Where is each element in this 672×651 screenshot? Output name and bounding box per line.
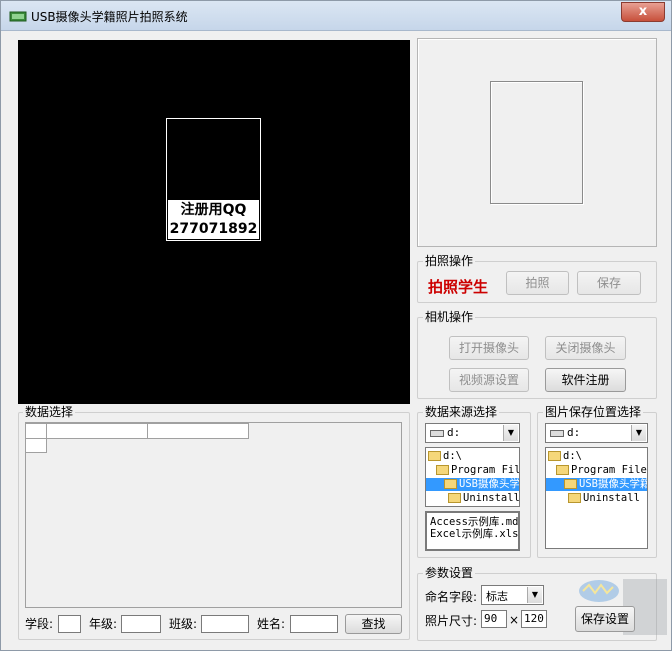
data-source-drive-select[interactable]: d: ▼ (425, 423, 520, 443)
data-selection-label: 数据选择 (23, 405, 76, 419)
tree-item[interactable]: d:\ (548, 450, 582, 463)
close-icon: x (638, 4, 648, 19)
student-label: 拍照学生 (428, 278, 489, 296)
folder-icon (448, 493, 461, 503)
table-cell (46, 438, 148, 453)
photo-width-input[interactable]: 90 (481, 610, 507, 628)
app-icon (9, 11, 27, 22)
tree-item[interactable]: Program Files (556, 464, 647, 477)
registration-text: 注册用QQ (180, 202, 247, 218)
tree-item[interactable]: d:\ (428, 450, 462, 463)
tree-item[interactable]: Uninstall (568, 492, 640, 505)
table-cell (147, 438, 249, 453)
file-item[interactable]: Access示例库.md (430, 516, 518, 528)
table-cell[interactable] (25, 437, 47, 453)
registration-qq: 277071892 (169, 221, 258, 237)
save-settings-button[interactable]: 保存设置 (575, 606, 635, 632)
video-source-button[interactable]: 视频源设置 (449, 368, 529, 392)
table-cell[interactable] (25, 423, 47, 439)
title-bar: USB摄像头学籍照片拍照系统 x (1, 1, 671, 31)
chevron-down-icon[interactable]: ▼ (527, 587, 542, 603)
folder-icon (436, 465, 449, 475)
times-symbol: × (509, 613, 520, 627)
folder-icon (444, 479, 457, 489)
tree-item[interactable]: Program Fil (436, 464, 519, 477)
data-table (25, 423, 249, 453)
save-location-drive-select[interactable]: d: ▼ (545, 423, 648, 443)
open-camera-button[interactable]: 打开摄像头 (449, 336, 529, 360)
folder-icon (548, 451, 561, 461)
folder-icon (428, 451, 441, 461)
tree-item[interactable]: Uninstall (448, 492, 519, 505)
drive-value: d: (447, 426, 461, 439)
class-label: 班级: (169, 617, 198, 631)
folder-icon (564, 479, 577, 489)
register-button[interactable]: 软件注册 (545, 368, 626, 392)
chevron-down-icon[interactable]: ▼ (503, 425, 518, 441)
data-source-folder-tree[interactable]: d:\ Program Fil USB摄像头学 Uninstall (425, 447, 520, 507)
naming-field-label: 命名字段: (425, 590, 478, 604)
class-input[interactable] (201, 615, 249, 633)
registration-label: 注册用QQ 277071892 (168, 200, 259, 239)
grade-input[interactable] (121, 615, 161, 633)
school-label: 学段: (25, 617, 54, 631)
photo-size-label: 照片尺寸: (425, 614, 478, 628)
data-source-file-list[interactable]: Access示例库.md Excel示例库.xls (425, 511, 520, 551)
data-source-label: 数据来源选择 (423, 405, 500, 419)
save-location-folder-tree[interactable]: d:\ Program Files USB摄像头学籍 Uninstall (545, 447, 648, 549)
naming-field-value: 标志 (486, 590, 508, 603)
table-row (25, 423, 249, 439)
tree-item-selected[interactable]: USB摄像头学 (426, 478, 519, 491)
save-photo-button[interactable]: 保存 (577, 271, 641, 295)
file-item[interactable]: Excel示例库.xls (430, 528, 518, 540)
capture-group-label: 拍照操作 (423, 254, 476, 268)
chevron-down-icon[interactable]: ▼ (631, 425, 646, 441)
params-group-label: 参数设置 (423, 566, 476, 580)
school-input[interactable] (58, 615, 81, 633)
folder-icon (568, 493, 581, 503)
folder-icon (556, 465, 569, 475)
name-label: 姓名: (257, 617, 286, 631)
camera-group-label: 相机操作 (423, 310, 476, 324)
naming-field-select[interactable]: 标志 ▼ (481, 585, 544, 605)
grade-label: 年级: (89, 617, 118, 631)
photo-frame (490, 81, 583, 204)
drive-icon (550, 429, 564, 437)
drive-icon (430, 429, 444, 437)
close-camera-button[interactable]: 关闭摄像头 (545, 336, 626, 360)
table-cell[interactable] (45, 423, 149, 439)
close-button[interactable]: x (621, 2, 665, 22)
table-row (25, 437, 249, 453)
name-input[interactable] (290, 615, 338, 633)
table-cell[interactable] (147, 423, 249, 439)
search-button[interactable]: 查找 (345, 614, 402, 634)
capture-button[interactable]: 拍照 (506, 271, 569, 295)
photo-height-input[interactable]: 120 (521, 610, 547, 628)
window-title: USB摄像头学籍照片拍照系统 (31, 10, 188, 24)
main-window: USB摄像头学籍照片拍照系统 x 注册用QQ 277071892 拍照操作 拍照… (0, 0, 672, 651)
tree-item-selected[interactable]: USB摄像头学籍 (546, 478, 647, 491)
save-location-label: 图片保存位置选择 (543, 405, 644, 419)
drive-value: d: (567, 426, 581, 439)
